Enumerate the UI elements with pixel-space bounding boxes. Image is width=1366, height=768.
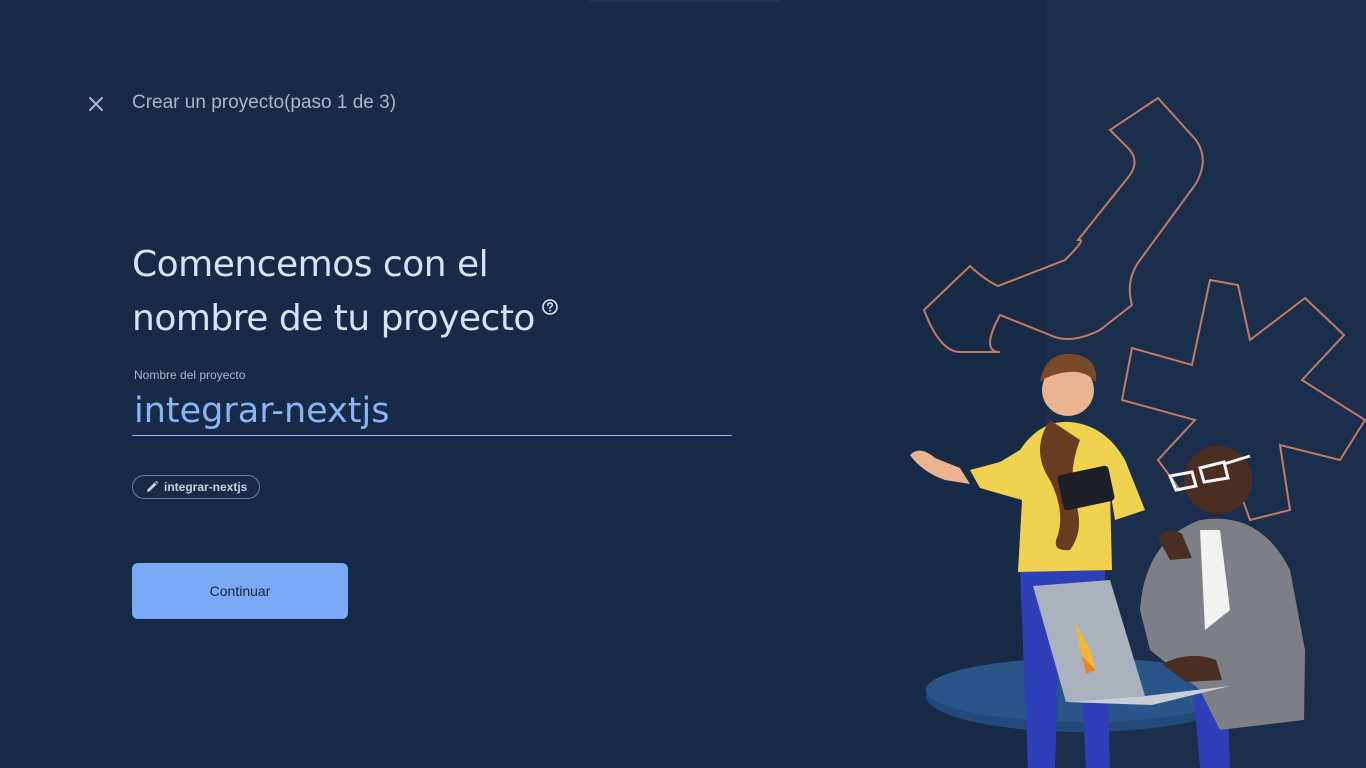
page-heading: Comencemos con el nombre de tu proyecto [132,238,832,346]
top-progress-line [590,0,780,2]
close-button[interactable] [84,92,108,116]
step-title: Crear un proyecto(paso 1 de 3) [132,92,397,113]
heading-line-2: nombre de tu proyecto [132,292,832,346]
pencil-icon [147,480,159,492]
heading-line-1: Comencemos con el [132,244,489,285]
team-illustration [910,96,1366,768]
project-id-chip-label: integrar-nextjs [164,480,248,494]
continue-button[interactable]: Continuar [132,563,348,619]
help-circle-icon[interactable] [541,298,559,316]
project-name-label: Nombre del proyecto [134,368,246,382]
close-icon [89,97,103,111]
heading-line-2-text: nombre de tu proyecto [132,298,535,339]
project-name-input[interactable] [132,386,732,436]
project-id-chip[interactable]: integrar-nextjs [132,475,261,499]
create-project-page: Crear un proyecto(paso 1 de 3) Comencemo… [0,0,1366,768]
decor-outline-shape-1 [922,96,1204,353]
person-1-hand [910,450,970,484]
